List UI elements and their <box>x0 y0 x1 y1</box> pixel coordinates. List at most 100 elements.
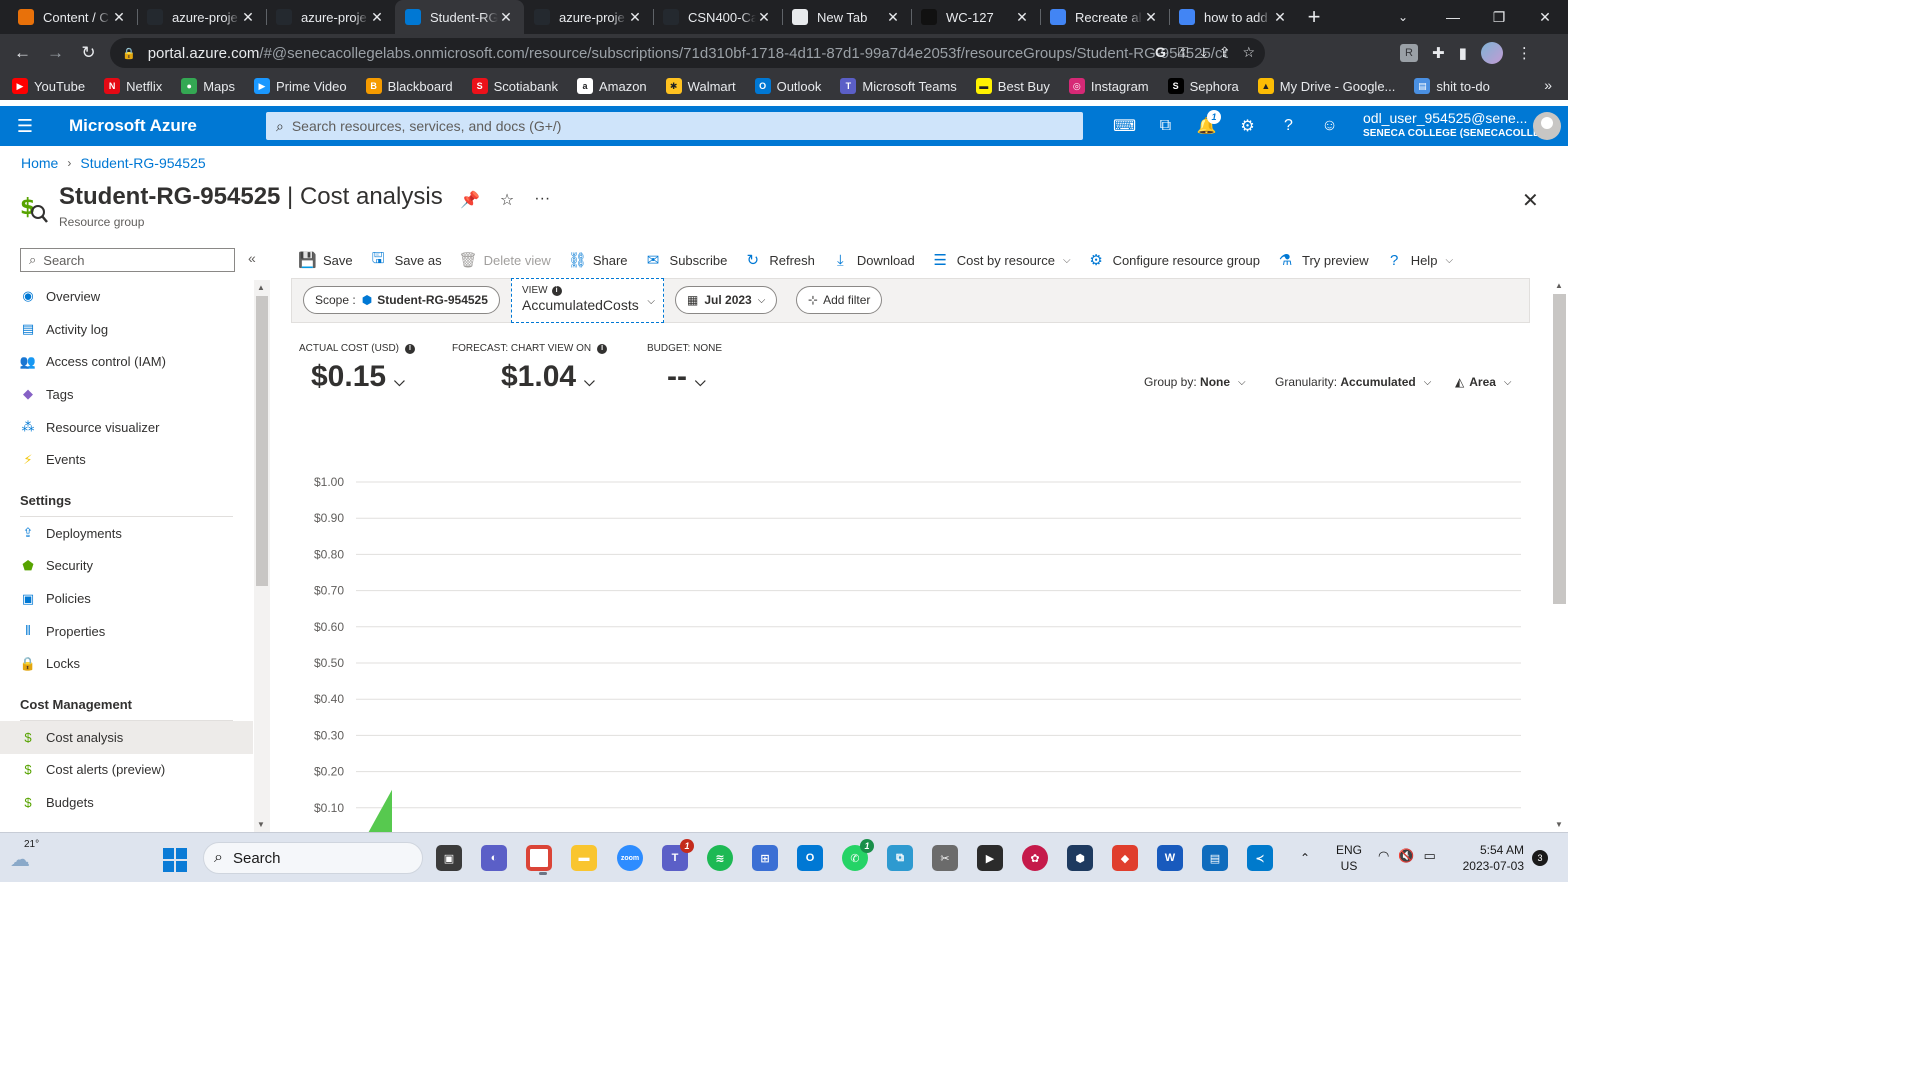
cost-chart[interactable]: $1.00 $0.90 $0.80 $0.70 $0.60 $0.50 $0.40 $0.30… <box>298 470 1523 832</box>
kpi-forecast[interactable]: FORECAST: CHART VIEW ON i $1.04 ⌵ <box>452 343 608 394</box>
cloud-shell-icon[interactable]: ⌨ <box>1104 106 1145 146</box>
azure-brand[interactable]: Microsoft Azure <box>69 116 197 136</box>
bookmark-item[interactable]: ▬ Best Buy <box>975 78 1050 94</box>
bookmark-item[interactable]: S Sephora <box>1167 78 1239 94</box>
breadcrumb-home[interactable]: Home <box>21 155 58 171</box>
kpi-budget[interactable]: BUDGET: NONE -- ⌵ <box>647 343 722 394</box>
taskbar-search-input[interactable]: ⌕ Search <box>203 842 423 874</box>
anydesk-icon[interactable]: ◆ <box>1112 845 1138 871</box>
notepad-icon[interactable]: ▤ <box>1202 845 1228 871</box>
bookmark-item[interactable]: O Outlook <box>754 78 821 94</box>
browser-tab[interactable]: Content / C ✕ <box>8 0 137 34</box>
minimize-button[interactable]: — <box>1430 0 1476 34</box>
global-search-input[interactable]: ⌕ Search resources, services, and docs (… <box>266 112 1083 140</box>
command-download[interactable]: ⤓ Download <box>832 252 915 269</box>
command-try-preview[interactable]: ⚗ Try preview <box>1277 251 1369 269</box>
lock-icon[interactable]: 🔒 <box>122 47 136 60</box>
menu-item-budgets[interactable]: $ Budgets <box>0 786 253 819</box>
file-explorer-icon[interactable]: ▬ <box>571 845 597 871</box>
bookmark-item[interactable]: B Blackboard <box>365 78 453 94</box>
menu-item-locks[interactable]: 🔒 Locks <box>0 648 253 681</box>
scroll-up-icon[interactable]: ▲ <box>1555 281 1563 290</box>
network-tool-icon[interactable]: ⊞ <box>752 845 778 871</box>
close-tab-icon[interactable]: ✕ <box>1143 9 1159 26</box>
bookmark-item[interactable]: T Microsoft Teams <box>840 78 957 94</box>
side-panel-icon[interactable]: ▮ <box>1459 44 1467 62</box>
terminal-icon[interactable]: ▶ <box>977 845 1003 871</box>
chart-type-dropdown[interactable]: ◭ Area ⌵ <box>1455 375 1512 389</box>
browser-tab[interactable]: azure-proje ✕ <box>266 0 395 34</box>
share-page-icon[interactable]: ⇪ <box>1219 44 1231 61</box>
bookmark-item[interactable]: a Amazon <box>576 78 647 94</box>
virtualbox-icon[interactable]: ⬢ <box>1067 845 1093 871</box>
google-lens-icon[interactable]: G <box>1155 44 1166 61</box>
account-menu[interactable]: odl_user_954525@sene... SENECA COLLEGE (… <box>1363 111 1548 141</box>
close-tab-icon[interactable]: ✕ <box>1272 9 1288 26</box>
browser-tab[interactable]: CSN400-Ca ✕ <box>653 0 782 34</box>
content-scroll-thumb[interactable] <box>1553 294 1566 604</box>
extensions-puzzle-icon[interactable]: ✚ <box>1432 44 1445 62</box>
command-cost-by-resource[interactable]: ☰ Cost by resource ⌵ <box>932 251 1070 269</box>
granularity-dropdown[interactable]: Granularity: Accumulated ⌵ <box>1275 375 1431 389</box>
collapse-menu-icon[interactable]: « <box>248 250 256 266</box>
bookmark-item[interactable]: S Scotiabank <box>471 78 558 94</box>
chat-icon[interactable]: ◐ <box>481 845 507 871</box>
task-view-icon[interactable]: ▣ <box>436 845 462 871</box>
tray-status-icons[interactable]: ◠ 🔇 ▭ <box>1378 848 1436 864</box>
directory-filter-icon[interactable]: ⧉ <box>1145 106 1186 146</box>
language-indicator[interactable]: ENG US <box>1336 842 1362 874</box>
avatar[interactable] <box>1533 112 1561 140</box>
windows-start-icon[interactable] <box>163 848 187 872</box>
word-icon[interactable]: W <box>1157 845 1183 871</box>
close-tab-icon[interactable]: ✕ <box>885 9 901 26</box>
browser-tab[interactable]: Student-RG ✕ <box>395 0 524 34</box>
pin-icon[interactable]: 📌 <box>460 190 480 210</box>
favorite-star-icon[interactable]: ☆ <box>500 190 514 210</box>
forward-button[interactable]: → <box>39 34 72 72</box>
notification-center-badge[interactable]: 3 <box>1532 850 1548 866</box>
bookmark-item[interactable]: ▶ YouTube <box>12 78 85 94</box>
command-subscribe[interactable]: ✉ Subscribe <box>645 251 728 269</box>
browser-tab[interactable]: New Tab ✕ <box>782 0 911 34</box>
command-delete-view[interactable]: 🗑 Delete view <box>459 251 551 269</box>
feedback-icon[interactable]: ☺ <box>1309 106 1350 146</box>
chrome-icon[interactable] <box>526 845 552 875</box>
key-icon[interactable]: ⚿ <box>1178 44 1189 61</box>
command-share[interactable]: ⛓ Share <box>568 251 628 269</box>
menu-item-deployments[interactable]: ⇪ Deployments <box>0 517 253 550</box>
bookmark-item[interactable]: ✱ Walmart <box>665 78 736 94</box>
profile-avatar[interactable] <box>1480 42 1503 64</box>
zoom-icon[interactable]: zoom <box>617 845 643 871</box>
bookmark-star-icon[interactable]: ☆ <box>1242 44 1255 61</box>
menu-item-overview[interactable]: ◉ Overview <box>0 280 253 313</box>
outlook-icon[interactable]: O <box>797 845 823 871</box>
browser-tab[interactable]: Recreate al ✕ <box>1040 0 1169 34</box>
settings-gear-icon[interactable]: ⚙ <box>1227 106 1268 146</box>
browser-tab[interactable]: azure-proje ✕ <box>524 0 653 34</box>
close-tab-icon[interactable]: ✕ <box>369 9 385 26</box>
reload-button[interactable]: ↻ <box>72 34 105 72</box>
remote-desktop-icon[interactable]: ⧉ <box>887 845 913 871</box>
group-by-dropdown[interactable]: Group by: None ⌵ <box>1144 375 1246 389</box>
command-help[interactable]: ? Help ⌵ <box>1386 252 1453 269</box>
date-range-pill[interactable]: ▦ Jul 2023 ⌵ <box>675 286 778 314</box>
browser-tab[interactable]: how to add ✕ <box>1169 0 1298 34</box>
tray-overflow-icon[interactable]: ⌃ <box>1300 851 1310 865</box>
menu-scroll-thumb[interactable] <box>256 296 268 586</box>
install-icon[interactable]: ⤓ <box>1201 44 1207 61</box>
bookmark-item[interactable]: ● Maps <box>181 78 235 94</box>
tab-search-icon[interactable]: ⌄ <box>1388 0 1418 34</box>
notifications-bell-icon[interactable]: 🔔 1 <box>1186 106 1227 146</box>
weather-widget[interactable]: ☁ 21° <box>10 839 40 871</box>
extension-r-icon[interactable]: R <box>1400 44 1418 62</box>
menu-item-resource-visualizer[interactable]: ⁂ Resource visualizer <box>0 411 253 444</box>
menu-item-cost-analysis[interactable]: $ Cost analysis <box>0 720 253 754</box>
close-tab-icon[interactable]: ✕ <box>1014 9 1030 26</box>
raspberry-pi-icon[interactable]: ✿ <box>1022 845 1048 871</box>
restore-button[interactable]: ❐ <box>1476 0 1522 34</box>
teams-icon[interactable]: T1 <box>662 839 694 871</box>
menu-item-cost-alerts-preview[interactable]: $ Cost alerts (preview) <box>0 754 253 787</box>
menu-item-events[interactable]: ⚡ Events <box>0 443 253 476</box>
menu-item-tags[interactable]: ◆ Tags <box>0 378 253 411</box>
snipping-tool-icon[interactable]: ✂ <box>932 845 958 871</box>
